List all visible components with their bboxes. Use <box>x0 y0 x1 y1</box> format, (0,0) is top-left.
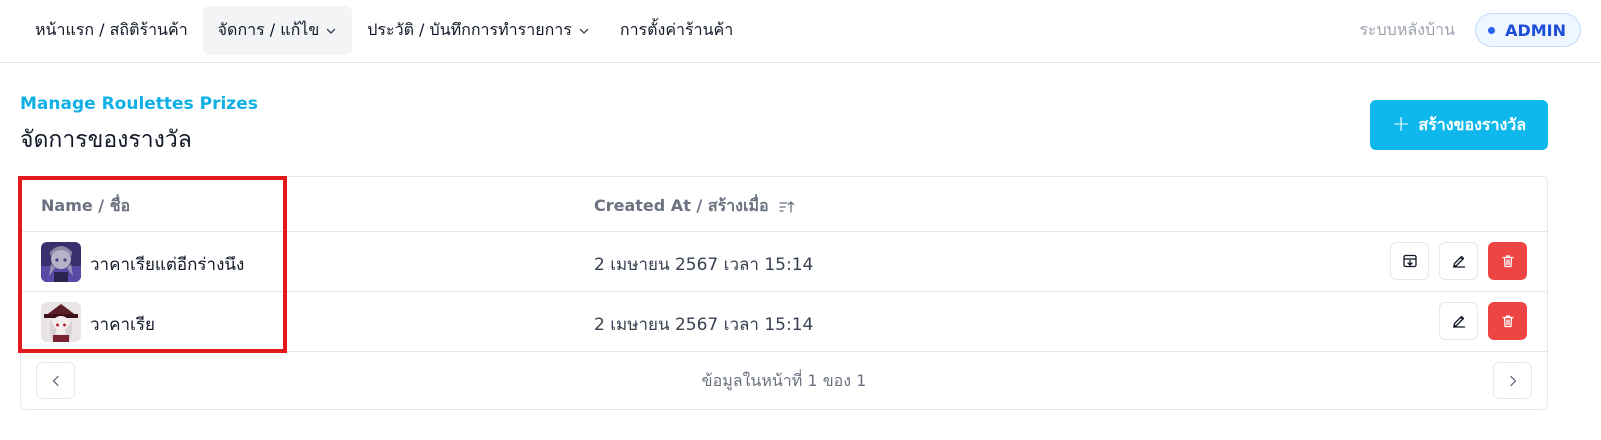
archive-button[interactable] <box>1390 242 1429 280</box>
pencil-icon <box>1451 253 1467 269</box>
sort-ascending-icon[interactable] <box>778 199 795 215</box>
column-header-name-label: Name / ชื่อ <box>41 196 131 215</box>
prize-created-at: 2 เมษายน 2567 เวลา 15:14 <box>594 315 814 335</box>
row-actions <box>1390 242 1527 280</box>
table-row: วาคาเรียแต่อีกร่างนึง 2 เมษายน 2567 เวลา… <box>21 232 1547 292</box>
pagination-next-button[interactable] <box>1493 362 1532 399</box>
delete-button[interactable] <box>1488 302 1527 340</box>
role-badge-label: ADMIN <box>1505 20 1566 40</box>
trash-icon <box>1500 253 1516 269</box>
row-actions <box>1439 302 1527 340</box>
prizes-table: Name / ชื่อ Created At / สร้างเมื่อ วาคา… <box>20 176 1548 410</box>
create-prize-button[interactable]: + สร้างของรางวัล <box>1370 100 1548 150</box>
prize-created-at: 2 เมษายน 2567 เวลา 15:14 <box>594 255 814 275</box>
table-header: Name / ชื่อ Created At / สร้างเมื่อ <box>21 177 1547 232</box>
column-header-created-at[interactable]: Created At / สร้างเมื่อ <box>594 194 795 219</box>
nav-right: ระบบหลังบ้าน ADMIN <box>1359 13 1581 47</box>
prize-name: วาคาเรีย <box>90 315 155 335</box>
nav-item-history[interactable]: ประวัติ / บันทึกการทำรายการ <box>352 6 605 55</box>
nav-item-label: จัดการ / แก้ไข <box>217 20 320 39</box>
trash-icon <box>1500 313 1516 329</box>
nav-item-manage[interactable]: จัดการ / แก้ไข <box>202 6 353 55</box>
prize-thumbnail <box>41 242 81 282</box>
nav-item-label: ประวัติ / บันทึกการทำรายการ <box>367 20 572 39</box>
column-header-name: Name / ชื่อ <box>41 194 130 219</box>
nav-item-dashboard[interactable]: หน้าแรก / สถิติร้านค้า <box>20 6 203 55</box>
delete-button[interactable] <box>1488 242 1527 280</box>
chevron-down-icon <box>325 25 337 37</box>
chevron-down-icon <box>578 25 590 37</box>
create-prize-button-label: สร้างของรางวัล <box>1418 114 1527 134</box>
archive-download-icon <box>1402 253 1418 269</box>
backend-label: ระบบหลังบ้าน <box>1359 19 1456 39</box>
edit-button[interactable] <box>1439 242 1478 280</box>
nav-item-shop-settings[interactable]: การตั้งค่าร้านค้า <box>605 6 748 55</box>
table-row: วาคาเรีย 2 เมษายน 2567 เวลา 15:14 <box>21 292 1547 352</box>
plus-icon: + <box>1391 112 1411 137</box>
page-subtitle: Manage Roulettes Prizes <box>20 94 258 114</box>
role-badge: ADMIN <box>1475 13 1581 47</box>
nav-item-label: หน้าแรก / สถิติร้านค้า <box>35 20 188 39</box>
page-title: จัดการของรางวัล <box>20 127 192 153</box>
edit-button[interactable] <box>1439 302 1478 340</box>
nav-item-label: การตั้งค่าร้านค้า <box>619 20 734 39</box>
chevron-right-icon <box>1506 374 1520 388</box>
pagination-info: ข้อมูลในหน้าที่ 1 ของ 1 <box>701 371 867 390</box>
status-dot-icon <box>1488 26 1496 34</box>
column-header-created-at-label: Created At / สร้างเมื่อ <box>594 196 769 215</box>
main-menu: หน้าแรก / สถิติร้านค้า จัดการ / แก้ไข ปร… <box>20 6 748 55</box>
prize-thumbnail <box>41 302 81 342</box>
pencil-icon <box>1451 313 1467 329</box>
top-navbar: หน้าแรก / สถิติร้านค้า จัดการ / แก้ไข ปร… <box>0 0 1601 63</box>
prize-name: วาคาเรียแต่อีกร่างนึง <box>90 255 245 275</box>
